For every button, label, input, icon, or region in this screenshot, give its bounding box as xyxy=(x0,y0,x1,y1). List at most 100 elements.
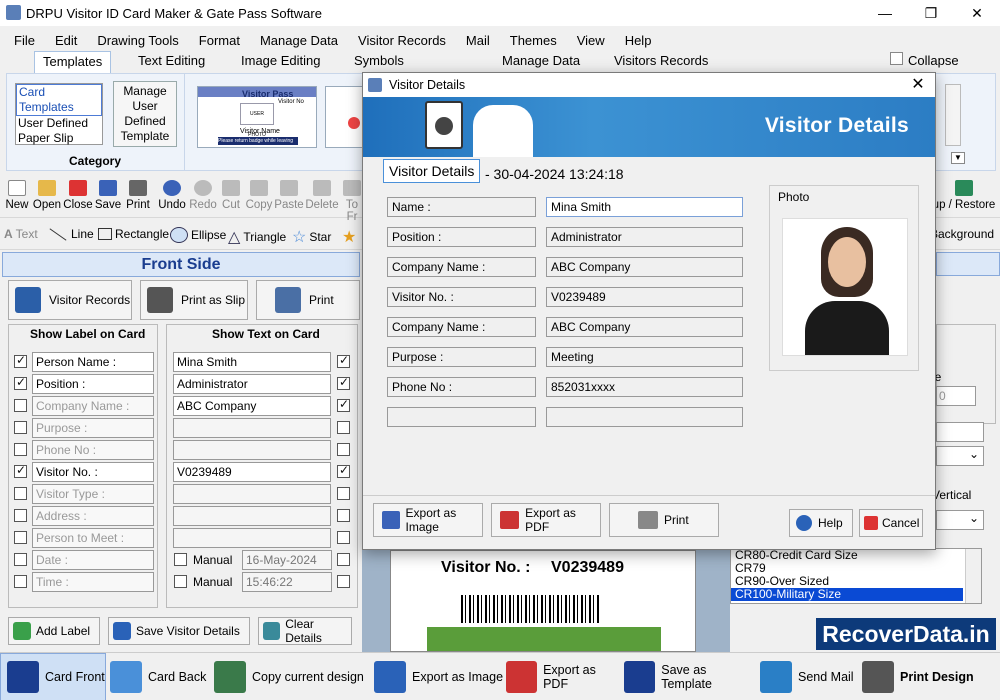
show-text-checkbox[interactable] xyxy=(337,575,350,588)
export-as-image-button[interactable]: Export as Image xyxy=(374,653,506,700)
dialog-field-value[interactable]: Meeting xyxy=(546,347,743,367)
field-value[interactable] xyxy=(173,506,331,526)
close-button[interactable]: ✕ xyxy=(954,0,1000,26)
show-label-checkbox[interactable] xyxy=(14,531,27,544)
template-thumbnail-2[interactable] xyxy=(325,86,365,148)
save-as-template-button[interactable]: Save as Template xyxy=(624,653,758,700)
star-tool[interactable]: ☆ Star xyxy=(292,227,331,247)
minimize-button[interactable]: — xyxy=(862,0,908,26)
triangle-tool[interactable]: △ Triangle xyxy=(228,227,286,247)
show-label-checkbox[interactable] xyxy=(14,487,27,500)
show-text-checkbox[interactable] xyxy=(337,397,350,412)
ellipse-tool[interactable]: Ellipse xyxy=(170,227,226,243)
to-front-button[interactable]: To Fr xyxy=(340,178,364,223)
dialog-field-value[interactable]: Mina Smith xyxy=(546,197,743,217)
show-text-checkbox[interactable] xyxy=(337,531,350,544)
show-label-checkbox[interactable] xyxy=(14,575,27,588)
menu-format[interactable]: Format xyxy=(199,33,240,48)
template-scrollbar[interactable] xyxy=(945,84,961,146)
field-label[interactable]: Company Name : xyxy=(32,396,154,416)
cut-button[interactable]: Cut xyxy=(220,178,242,211)
menu-mail[interactable]: Mail xyxy=(466,33,490,48)
orientation-dropdown[interactable]: ⌄ xyxy=(936,510,984,530)
show-text-checkbox[interactable] xyxy=(337,463,350,478)
show-label-checkbox[interactable] xyxy=(14,443,27,456)
field-label[interactable]: Visitor Type : xyxy=(32,484,154,504)
menu-drawing-tools[interactable]: Drawing Tools xyxy=(97,33,178,48)
show-label-checkbox[interactable] xyxy=(14,509,27,522)
manage-user-defined-template-button[interactable]: Manage User Defined Template xyxy=(113,81,177,147)
card-size-item[interactable]: CR80-Credit Card Size xyxy=(731,549,981,562)
time-manual-checkbox[interactable] xyxy=(174,575,187,588)
show-text-checkbox[interactable] xyxy=(337,553,350,566)
show-text-checkbox[interactable] xyxy=(337,421,350,434)
print-as-slip-button[interactable]: Print as Slip xyxy=(140,280,248,320)
save-visitor-details-button[interactable]: Save Visitor Details xyxy=(108,617,250,645)
category-item-paper-slip[interactable]: Paper Slip xyxy=(16,131,102,146)
print-dialog-button[interactable]: Print xyxy=(609,503,719,537)
restore-button[interactable]: ❐ xyxy=(908,0,954,26)
redo-button[interactable]: Redo xyxy=(188,178,218,211)
field-value[interactable]: Administrator xyxy=(173,374,331,394)
tab-image-editing[interactable]: Image Editing xyxy=(233,51,329,73)
menu-visitor-records[interactable]: Visitor Records xyxy=(358,33,446,48)
clear-details-button[interactable]: Clear Details xyxy=(258,617,352,645)
tab-symbols[interactable]: Symbols xyxy=(346,51,412,73)
dialog-field-value[interactable]: V0239489 xyxy=(546,287,743,307)
field-value[interactable] xyxy=(173,484,331,504)
dialog-field-value[interactable]: ABC Company xyxy=(546,257,743,277)
export-pdf-dialog-button[interactable]: Export as PDF xyxy=(491,503,601,537)
right-panel-input[interactable] xyxy=(936,422,984,442)
category-item-card-templates[interactable]: Card Templates xyxy=(16,84,102,116)
dialog-close-icon[interactable]: ✕ xyxy=(903,73,933,97)
show-label-checkbox[interactable] xyxy=(14,463,27,478)
add-label-button[interactable]: Add Label xyxy=(8,617,100,645)
help-button[interactable]: Help xyxy=(789,509,853,537)
print-design-button[interactable]: Print Design xyxy=(862,653,998,700)
field-value[interactable]: ABC Company xyxy=(173,396,331,416)
dialog-field-value[interactable]: 852031xxxx xyxy=(546,377,743,397)
cancel-button[interactable]: Cancel xyxy=(859,509,923,537)
card-size-list[interactable]: CR80-Credit Card Size CR79 CR90-Over Siz… xyxy=(730,548,982,604)
delete-button[interactable]: Delete xyxy=(304,178,340,211)
menu-view[interactable]: View xyxy=(577,33,605,48)
copy-current-design-button[interactable]: Copy current design xyxy=(214,653,370,700)
field-label[interactable]: Person Name : xyxy=(32,352,154,372)
show-label-checkbox[interactable] xyxy=(14,553,27,566)
field-label[interactable]: Time : xyxy=(32,572,154,592)
undo-button[interactable]: Undo xyxy=(156,178,188,211)
export-image-dialog-button[interactable]: Export as Image xyxy=(373,503,483,537)
tab-manage-data[interactable]: Manage Data xyxy=(494,51,588,73)
ribbon-expand-icon[interactable]: ▼ xyxy=(951,152,965,164)
category-list[interactable]: Card Templates User Defined Paper Slip xyxy=(15,83,103,145)
visitor-records-button[interactable]: Visitor Records xyxy=(8,280,132,320)
dialog-field-value[interactable] xyxy=(546,407,743,427)
right-panel-dropdown[interactable]: ⌄ xyxy=(936,446,984,466)
field-label[interactable]: Phone No : xyxy=(32,440,154,460)
new-button[interactable]: New xyxy=(4,178,30,211)
field-label[interactable]: Purpose : xyxy=(32,418,154,438)
menu-manage-data[interactable]: Manage Data xyxy=(260,33,338,48)
card-front-button[interactable]: Card Front xyxy=(0,653,106,700)
paste-button[interactable]: Paste xyxy=(274,178,304,211)
text-tool[interactable]: A Text xyxy=(4,227,38,241)
field-value[interactable]: V0239489 xyxy=(173,462,331,482)
line-tool[interactable]: Line xyxy=(48,227,94,241)
menu-themes[interactable]: Themes xyxy=(510,33,557,48)
rectangle-tool[interactable]: Rectangle xyxy=(98,227,169,241)
card-back-button[interactable]: Card Back xyxy=(110,653,210,700)
right-panel-value[interactable]: 0 xyxy=(936,386,976,406)
field-value[interactable] xyxy=(173,418,331,438)
copy-button[interactable]: Copy xyxy=(244,178,274,211)
time-manual-value[interactable]: 15:46:22 xyxy=(242,572,332,592)
dialog-field-value[interactable]: Administrator xyxy=(546,227,743,247)
show-text-checkbox[interactable] xyxy=(337,487,350,500)
menu-help[interactable]: Help xyxy=(625,33,652,48)
send-mail-button[interactable]: Send Mail xyxy=(760,653,858,700)
tab-text-editing[interactable]: Text Editing xyxy=(130,51,213,73)
date-manual-value[interactable]: 16-May-2024 xyxy=(242,550,332,570)
print-button[interactable]: Print xyxy=(256,280,360,320)
field-value[interactable] xyxy=(173,528,331,548)
tab-visitors-records[interactable]: Visitors Records xyxy=(606,51,716,73)
save-button[interactable]: Save xyxy=(94,178,122,211)
